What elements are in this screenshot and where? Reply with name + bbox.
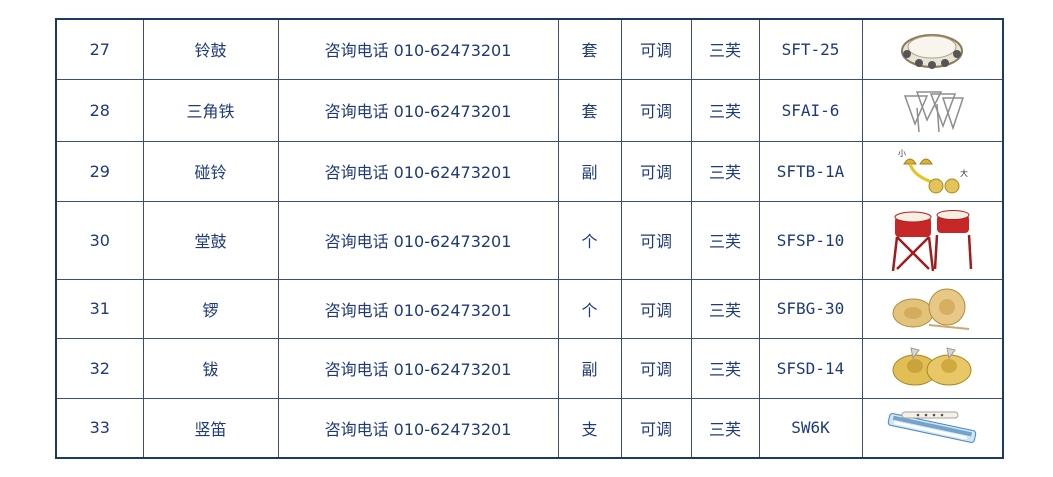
item-model: SW6K	[758, 397, 863, 459]
item-model: SFSP-10	[758, 200, 863, 280]
table-row: 33 竖笛 咨询电话 010-62473201 支 可调 三芙 SW6K	[55, 397, 1004, 459]
price-inquiry: 咨询电话 010-62473201	[277, 397, 559, 459]
item-model: SFSD-14	[758, 337, 863, 399]
table-row: 31 锣 咨询电话 010-62473201 个 可调 三芙 SFBG-30	[55, 278, 1004, 339]
gong-icon	[892, 288, 970, 330]
bell-label-small: 小	[898, 149, 906, 158]
instrument-catalog-table: 27 铃鼓 咨询电话 010-62473201 套 可调 三芙 SFT-25 2…	[55, 18, 1004, 459]
item-name: 锣	[142, 278, 279, 339]
item-model: SFTB-1A	[758, 140, 863, 202]
item-spec: 可调	[620, 78, 692, 142]
item-brand: 三芙	[690, 278, 760, 339]
item-brand: 三芙	[690, 200, 760, 280]
price-inquiry: 咨询电话 010-62473201	[277, 278, 559, 339]
item-number: 32	[55, 337, 144, 399]
item-spec: 可调	[620, 140, 692, 202]
item-brand: 三芙	[690, 78, 760, 142]
item-unit: 套	[557, 78, 622, 142]
table-row: 29 碰铃 咨询电话 010-62473201 副 可调 三芙 SFTB-1A …	[55, 140, 1004, 202]
recorder-flute-icon	[888, 411, 977, 443]
price-inquiry: 咨询电话 010-62473201	[277, 337, 559, 399]
price-inquiry: 咨询电话 010-62473201	[277, 18, 559, 80]
item-unit: 副	[557, 337, 622, 399]
item-brand: 三芙	[690, 337, 760, 399]
item-spec: 可调	[620, 278, 692, 339]
item-name: 竖笛	[142, 397, 279, 459]
item-name: 三角铁	[142, 78, 279, 142]
item-brand: 三芙	[690, 140, 760, 202]
item-spec: 可调	[620, 18, 692, 80]
bell-label-large: 大	[960, 168, 968, 178]
item-number: 30	[55, 200, 144, 280]
item-spec: 可调	[620, 337, 692, 399]
item-unit: 个	[557, 278, 622, 339]
item-spec: 可调	[620, 200, 692, 280]
price-inquiry: 咨询电话 010-62473201	[277, 200, 559, 280]
item-brand: 三芙	[690, 397, 760, 459]
price-inquiry: 咨询电话 010-62473201	[277, 78, 559, 142]
item-spec: 可调	[620, 397, 692, 459]
table-row: 30 堂鼓 咨询电话 010-62473201 个 可调 三芙 SFSP-10	[55, 200, 1004, 280]
item-name: 碰铃	[142, 140, 279, 202]
item-number: 31	[55, 278, 144, 339]
tambourine-icon	[901, 34, 964, 70]
item-unit: 副	[557, 140, 622, 202]
hand-bells-icon: 小 大	[898, 149, 968, 194]
hall-drum-icon	[892, 210, 973, 272]
table-row: 27 铃鼓 咨询电话 010-62473201 套 可调 三芙 SFT-25	[55, 18, 1004, 80]
item-unit: 套	[557, 18, 622, 80]
item-number: 27	[55, 18, 144, 80]
table-row: 28 三角铁 咨询电话 010-62473201 套 可调 三芙 SFAI-6	[55, 78, 1004, 142]
item-model: SFBG-30	[758, 278, 863, 339]
item-number: 33	[55, 397, 144, 459]
item-unit: 个	[557, 200, 622, 280]
item-model: SFT-25	[758, 18, 863, 80]
item-number: 28	[55, 78, 144, 142]
cymbals-icon	[892, 347, 972, 386]
item-name: 堂鼓	[142, 200, 279, 280]
item-unit: 支	[557, 397, 622, 459]
item-model: SFAI-6	[758, 78, 863, 142]
table-row: 32 钹 咨询电话 010-62473201 副 可调 三芙 SFSD-14	[55, 337, 1004, 399]
item-name: 铃鼓	[142, 18, 279, 80]
item-number: 29	[55, 140, 144, 202]
item-name: 钹	[142, 337, 279, 399]
item-brand: 三芙	[690, 18, 760, 80]
price-inquiry: 咨询电话 010-62473201	[277, 140, 559, 202]
triangle-instrument-icon	[904, 91, 965, 133]
